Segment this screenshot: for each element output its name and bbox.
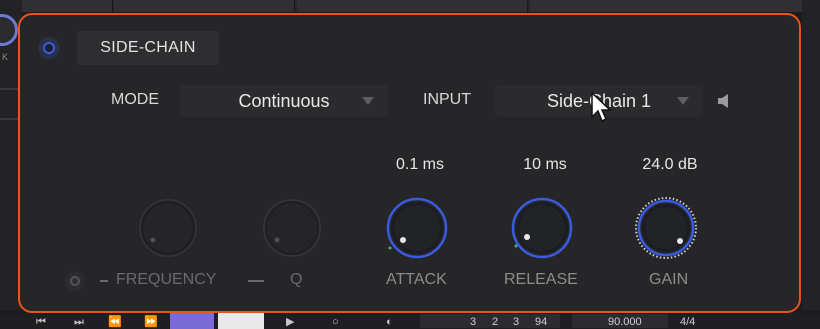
host-top-strip — [22, 0, 803, 12]
tempo-value: 90.000 — [608, 316, 642, 328]
time-signature: 4/4 — [680, 316, 696, 328]
speaker-icon[interactable] — [717, 94, 731, 108]
position-beats: 2 — [492, 316, 499, 328]
frequency-dash — [100, 280, 108, 282]
metronome-icon[interactable]: ◐ — [386, 316, 393, 328]
frequency-enable-button[interactable] — [65, 271, 85, 291]
gain-knob[interactable] — [634, 196, 698, 260]
fast-forward-icon[interactable]: ⏩ — [144, 316, 158, 328]
record-icon[interactable]: ○ — [332, 316, 339, 328]
position-ticks: 94 — [535, 316, 548, 328]
position-bars: 3 — [470, 316, 477, 328]
attack-knob[interactable] — [385, 196, 449, 260]
position-division: 3 — [513, 316, 520, 328]
play-icon[interactable]: ▶ — [286, 316, 294, 328]
q-label: Q — [290, 271, 303, 288]
attack-label: ATTACK — [386, 271, 447, 288]
host-knob-label: K — [2, 52, 9, 62]
host-knob[interactable] — [0, 14, 18, 46]
mode-value: Continuous — [238, 90, 330, 111]
dropdown-arrow-icon — [362, 97, 374, 105]
go-to-start-icon[interactable]: ⏮ — [36, 316, 46, 328]
side-chain-panel: SIDE-CHAIN MODE Continuous INPUT Side-Ch… — [18, 13, 801, 313]
mouse-pointer-icon — [591, 92, 612, 123]
release-label: RELEASE — [504, 271, 578, 288]
gain-label: GAIN — [649, 271, 689, 288]
host-right-strip — [802, 0, 820, 310]
mode-label: MODE — [111, 91, 159, 108]
rewind-icon[interactable]: ⏪ — [108, 316, 122, 328]
attack-value: 0.1 ms — [395, 156, 444, 173]
dropdown-arrow-icon — [677, 97, 689, 105]
q-dash — [248, 280, 264, 282]
mode-dropdown[interactable]: Continuous — [180, 85, 388, 117]
q-knob[interactable] — [260, 196, 324, 260]
power-icon — [43, 42, 55, 54]
input-label: INPUT — [423, 91, 471, 108]
release-value: 10 ms — [523, 156, 567, 173]
side-chain-power-button[interactable] — [38, 37, 60, 59]
power-icon — [70, 276, 80, 286]
gain-value: 24.0 dB — [642, 156, 698, 173]
previous-marker-icon[interactable]: ⏭ — [74, 316, 84, 328]
transport-bar: ⏮ ⏭ ⏪ ⏩ ▶ ○ ◐ 3 2 3 94 90.000 4/4 — [0, 313, 820, 329]
frequency-label: FREQUENCY — [116, 271, 217, 288]
stop-button[interactable] — [218, 313, 264, 329]
frequency-knob[interactable] — [136, 196, 200, 260]
release-knob[interactable] — [510, 196, 574, 260]
loop-button[interactable] — [170, 313, 214, 329]
panel-title: SIDE-CHAIN — [77, 31, 219, 65]
